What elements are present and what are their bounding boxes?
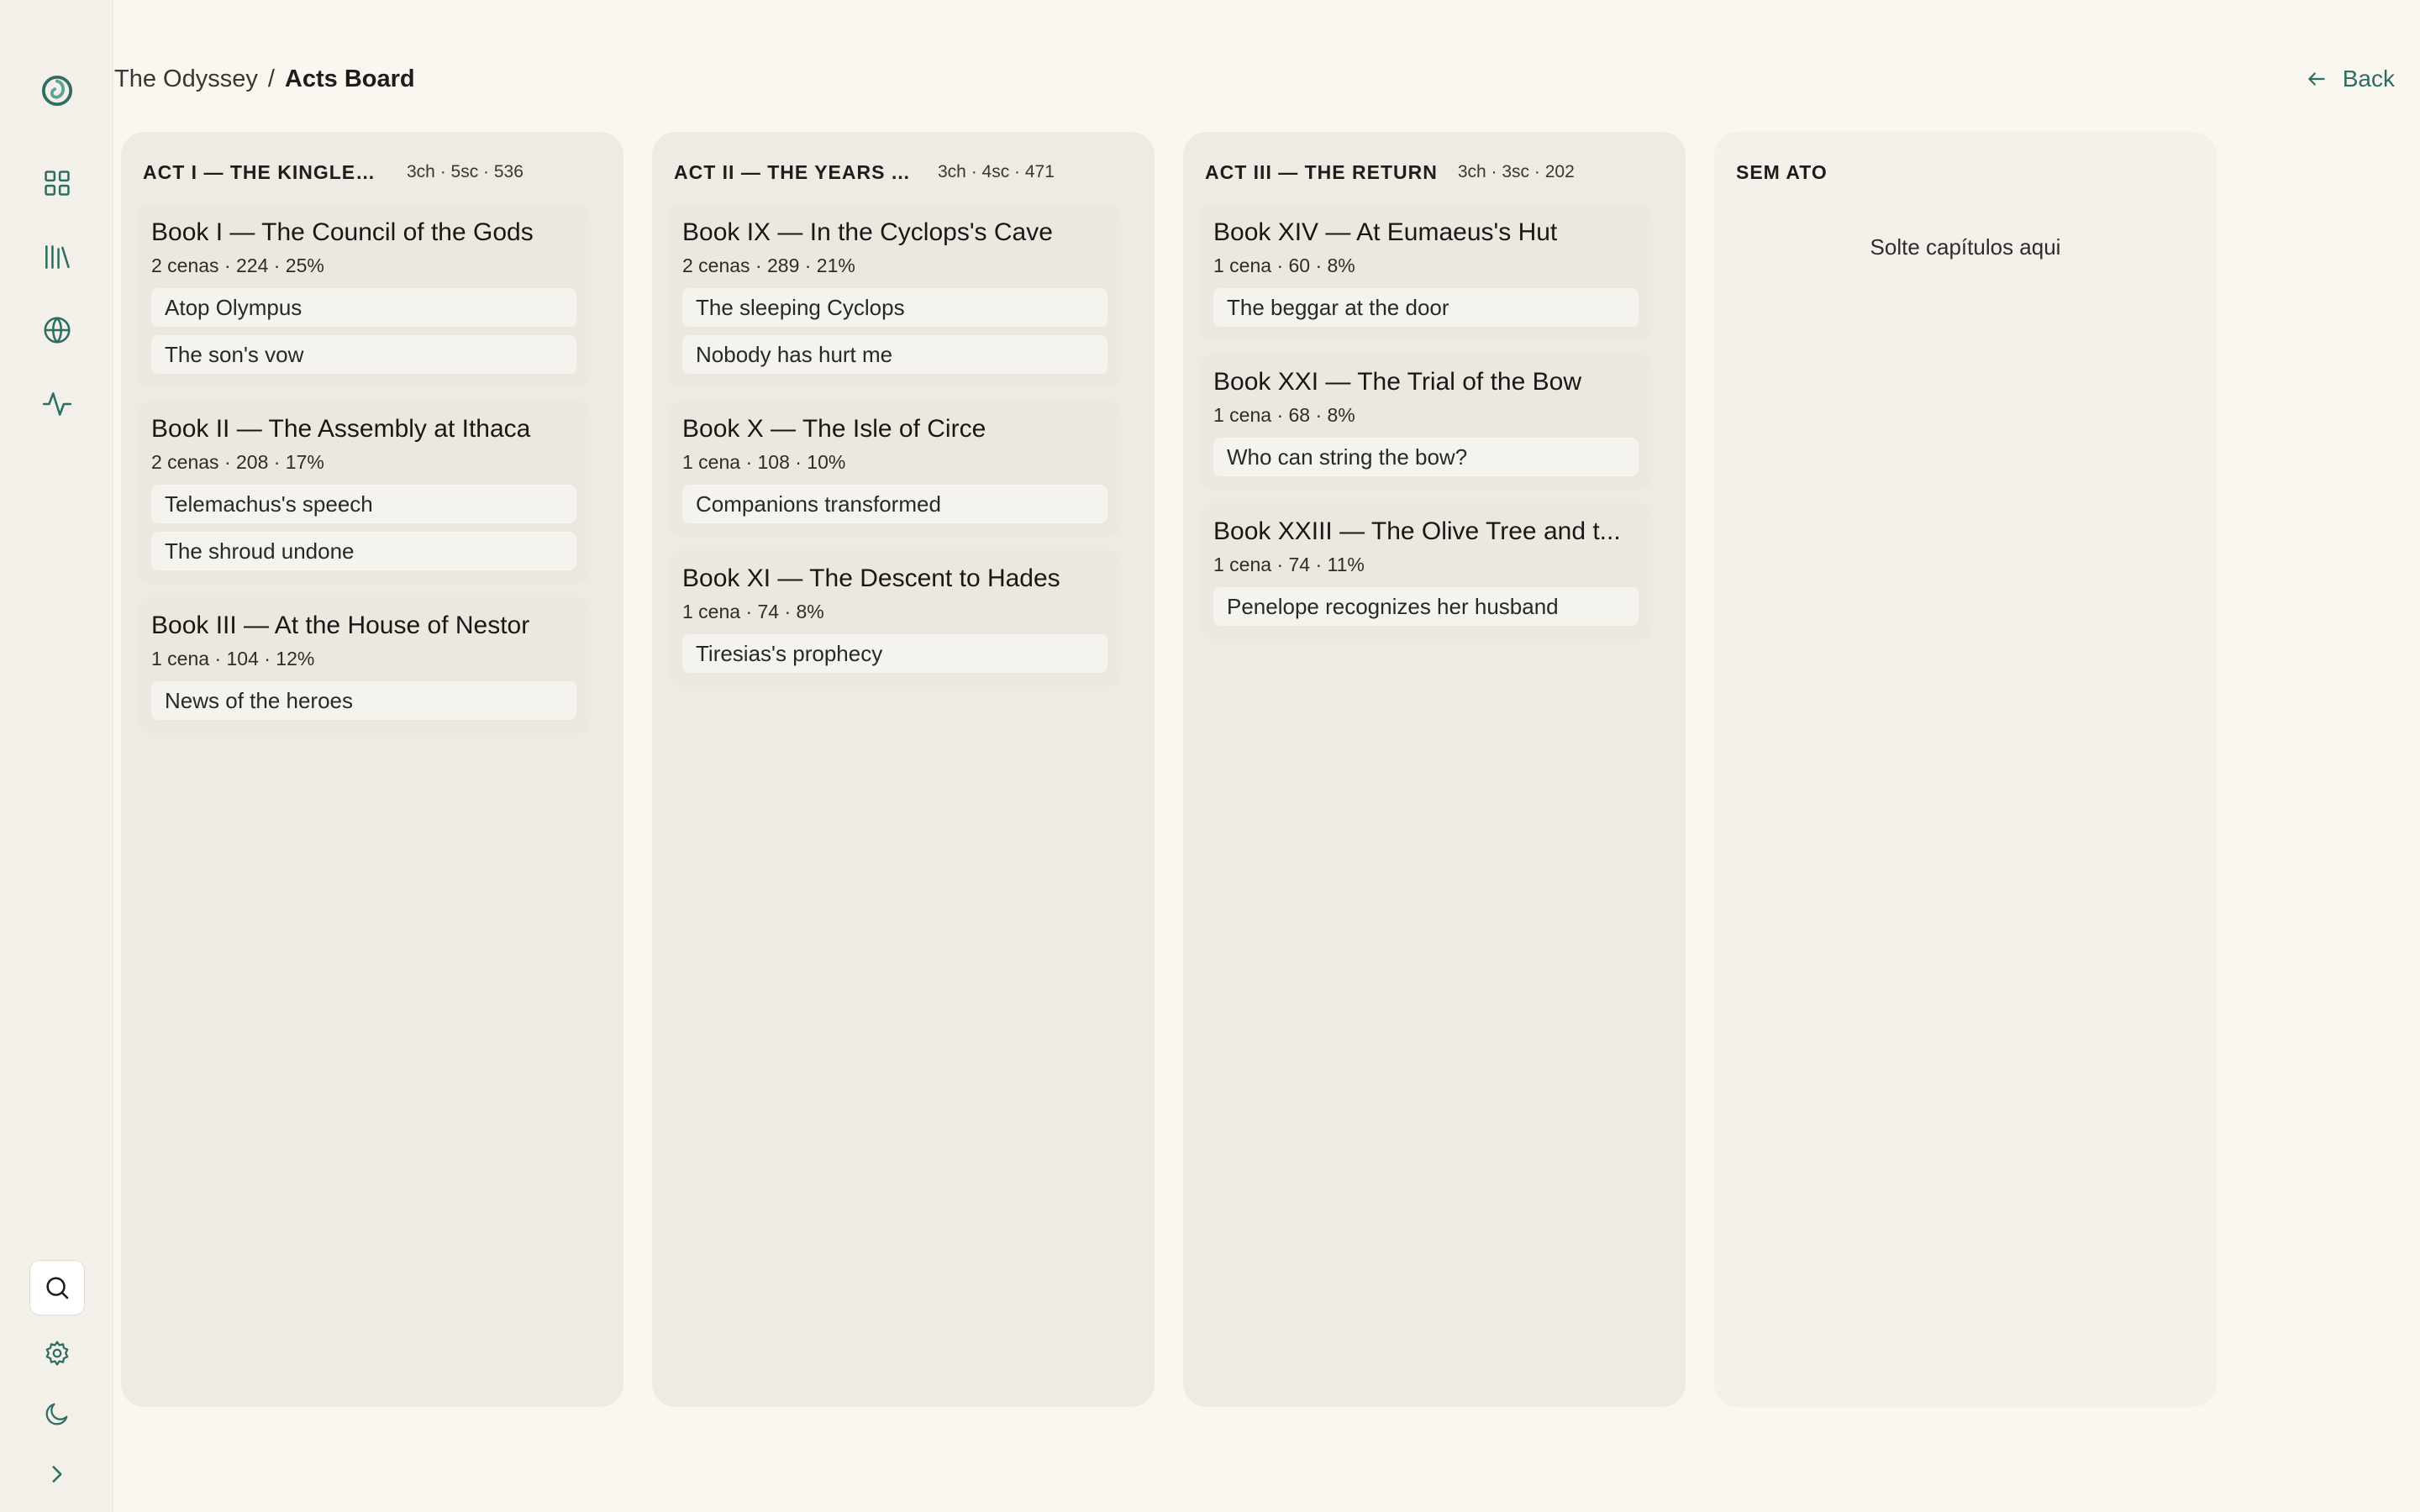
dashboard-icon-graphic — [45, 171, 70, 196]
chapter-card[interactable]: Book XXI — The Trial of the Bow 1 cena · … — [1200, 354, 1652, 488]
back-button[interactable]: Back — [2306, 62, 2395, 96]
dashboard-icon[interactable] — [29, 155, 85, 211]
chapter-card[interactable]: Book XI — The Descent to Hades 1 cena · 7… — [669, 550, 1121, 685]
library-icon[interactable] — [29, 229, 85, 285]
column-stats: 3ch · 5sc · 536 — [407, 162, 523, 181]
logo-icon-graphic — [41, 75, 73, 107]
settings-button[interactable] — [29, 1326, 85, 1381]
chapter-title: Book XIV — At Eumaeus's Hut — [1213, 218, 1558, 246]
chapter-title: Book X — The Isle of Circe — [682, 415, 986, 443]
chapter-meta: 2 cenas · 208 · 17% — [151, 451, 324, 473]
scene-item[interactable]: Companions transformed — [682, 485, 1107, 523]
scene-item[interactable]: Atop Olympus — [151, 288, 576, 327]
globe-icon-graphic — [44, 316, 71, 344]
column-unassigned[interactable]: SEM ATO Solte capítulos aqui — [1714, 132, 2217, 1407]
search-icon — [46, 1277, 69, 1299]
activity-icon-graphic — [42, 392, 72, 416]
column-stats: 3ch · 4sc · 471 — [938, 162, 1055, 181]
breadcrumb: The Odyssey / Acts Board — [114, 62, 415, 96]
column-body: Book XIV — At Eumaeus's Hut 1 cena · 60 ·… — [1200, 204, 1652, 638]
globe-icon[interactable] — [29, 302, 85, 358]
back-label: Back — [2342, 66, 2395, 92]
scene-item[interactable]: Who can string the bow? — [1213, 438, 1639, 476]
chapter-meta: 1 cena · 108 · 10% — [682, 451, 846, 473]
column-title[interactable]: ACT III — THE RETURN — [1205, 161, 1438, 184]
column-header: ACT I — THE KINGLES... 3ch · 5sc · 536 — [143, 154, 607, 191]
column-title: SEM ATO — [1736, 160, 1828, 183]
chapter-meta: 2 cenas · 289 · 21% — [682, 255, 855, 276]
moon-icon — [45, 1403, 68, 1425]
act-column[interactable]: ACT I — THE KINGLES... 3ch · 5sc · 536 Boo… — [121, 132, 623, 1407]
act-column[interactable]: ACT III — THE RETURN 3ch · 3sc · 202 Book … — [1183, 132, 1686, 1407]
breadcrumb-root[interactable]: The Odyssey — [114, 66, 258, 93]
chapter-title: Book III — At the House of Nestor — [151, 612, 530, 639]
chapter-title: Book XI — The Descent to Hades — [682, 564, 1060, 592]
chapter-title: Book IX — In the Cyclops's Cave — [682, 218, 1053, 246]
chapter-card[interactable]: Book XXIII — The Olive Tree and t... 1 ce… — [1200, 503, 1652, 638]
chapter-meta: 1 cena · 68 · 8% — [1213, 404, 1355, 426]
arrow-left-icon — [2308, 72, 2325, 86]
chevron-right-icon — [52, 1466, 62, 1483]
chapter-card[interactable]: Book X — The Isle of Circe 1 cena · 108 ·… — [669, 401, 1121, 535]
chapter-title: Book XXI — The Trial of the Bow — [1213, 368, 1581, 396]
chapter-card[interactable]: Book II — The Assembly at Ithaca 2 cenas … — [138, 401, 590, 582]
activity-icon[interactable] — [29, 376, 85, 432]
page-title: Acts Board — [284, 65, 415, 92]
library-icon-graphic — [45, 245, 70, 269]
chapter-card[interactable]: Book I — The Council of the Gods 2 cenas … — [138, 204, 590, 386]
column-stats: 3ch · 3sc · 202 — [1457, 162, 1575, 181]
scene-item[interactable]: The shroud undone — [151, 532, 576, 570]
expand-sidebar-button[interactable] — [29, 1446, 85, 1502]
chapter-card[interactable]: Book XIV — At Eumaeus's Hut 1 cena · 60 ·… — [1200, 204, 1652, 339]
column-header: SEM ATO — [1736, 154, 2200, 191]
settings-icon — [45, 1341, 69, 1366]
act-column[interactable]: ACT II — THE YEARS A... 3ch · 4sc · 471 Bo… — [652, 132, 1155, 1407]
chapter-title: Book I — The Council of the Gods — [151, 218, 534, 246]
chapter-meta: 1 cena · 60 · 8% — [1213, 255, 1355, 276]
column-body: Book IX — In the Cyclops's Cave 2 cenas ·… — [669, 204, 1121, 685]
scene-item[interactable]: The son's vow — [151, 335, 576, 374]
scene-item[interactable]: Tiresias's prophecy — [682, 634, 1107, 673]
chapter-meta: 1 cena · 104 · 12% — [151, 648, 315, 669]
column-header: ACT II — THE YEARS A... 3ch · 4sc · 471 — [674, 154, 1138, 191]
drop-zone-hint: Solte capítulos aqui — [1870, 234, 2061, 260]
search-button[interactable] — [29, 1260, 85, 1315]
column-body: Book I — The Council of the Gods 2 cenas … — [138, 204, 590, 732]
theme-toggle-button[interactable] — [29, 1386, 85, 1441]
chapter-title: Book II — The Assembly at Ithaca — [151, 415, 531, 443]
scene-item[interactable]: Telemachus's speech — [151, 485, 576, 523]
column-title[interactable]: ACT II — THE YEARS A... — [674, 161, 918, 184]
scene-item[interactable]: Nobody has hurt me — [682, 335, 1107, 374]
scene-item[interactable]: News of the heroes — [151, 681, 576, 720]
scene-item[interactable]: Penelope recognizes her husband — [1213, 587, 1639, 626]
breadcrumb-separator: / — [267, 65, 275, 92]
column-title[interactable]: ACT I — THE KINGLES... — [143, 161, 387, 184]
column-header: ACT III — THE RETURN 3ch · 3sc · 202 — [1205, 154, 1669, 191]
chapter-card[interactable]: Book III — At the House of Nestor 1 cena … — [138, 597, 590, 732]
scene-item[interactable]: The sleeping Cyclops — [682, 288, 1107, 327]
chapter-meta: 1 cena · 74 · 8% — [682, 601, 824, 622]
sidebar-rail — [0, 0, 113, 1512]
chapter-card[interactable]: Book IX — In the Cyclops's Cave 2 cenas ·… — [669, 204, 1121, 386]
chapter-meta: 2 cenas · 224 · 25% — [151, 255, 324, 276]
scene-item[interactable]: The beggar at the door — [1213, 288, 1639, 327]
chapter-title: Book XXIII — The Olive Tree and t... — [1213, 517, 1621, 545]
chapter-meta: 1 cena · 74 · 11% — [1213, 554, 1365, 575]
logo-icon[interactable] — [29, 63, 85, 118]
